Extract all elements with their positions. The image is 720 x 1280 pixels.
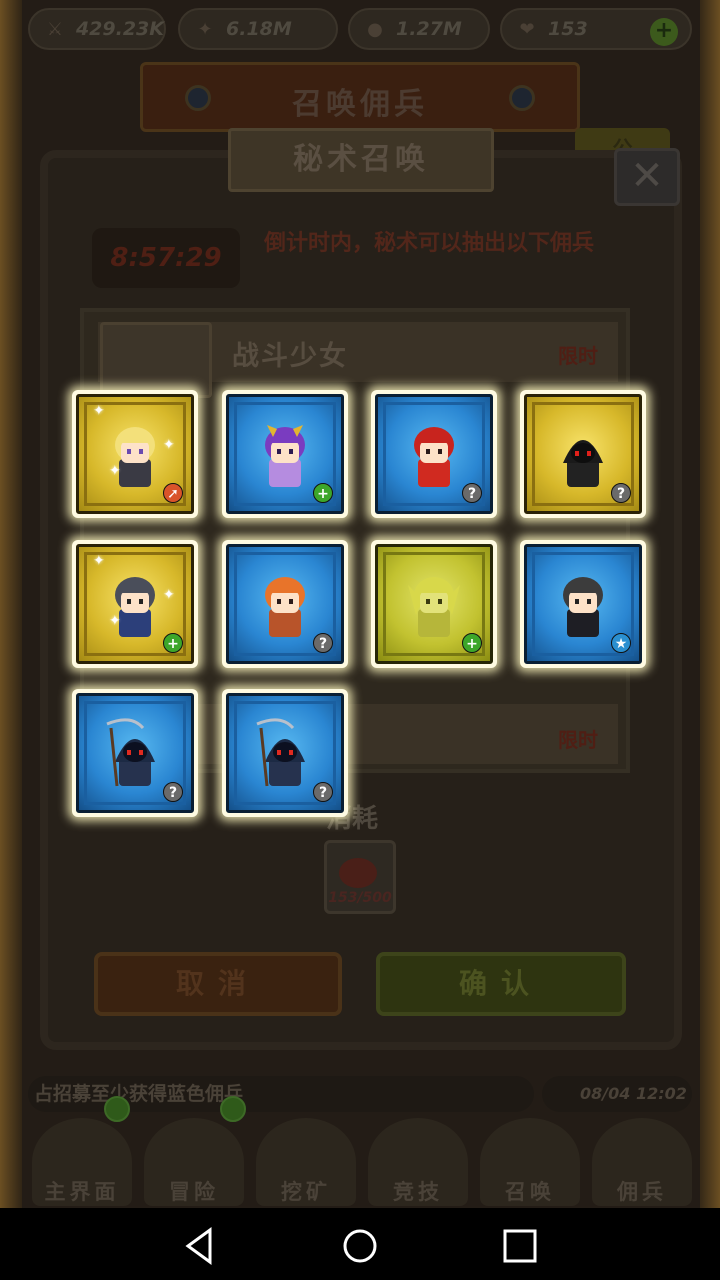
hero-card-frame: ? — [524, 394, 642, 514]
confirm-button[interactable]: 确认 — [376, 952, 626, 1016]
dialog-title: 秘术召唤 — [228, 128, 494, 192]
nav-adventure[interactable]: 冒险 — [138, 1112, 250, 1208]
nav-arena[interactable]: 竞技 — [362, 1112, 474, 1208]
exp-value: 6.18M — [226, 18, 292, 40]
close-button[interactable]: ✕ — [614, 148, 680, 206]
hero-card-frame: + — [375, 544, 493, 664]
hero-card-frame: ? — [226, 693, 344, 813]
food-value: 1.27M — [396, 18, 462, 40]
page-title: 召唤佣兵 — [292, 87, 428, 122]
hero-card[interactable]: ✦ ✦ ✦ + — [72, 540, 198, 668]
nav-label: 主界面 — [44, 1180, 120, 1204]
nav-mercenary[interactable]: 佣兵 — [586, 1112, 698, 1208]
sparkle-icon: ✦ — [109, 613, 121, 629]
sparkle-icon: ✦ — [163, 587, 175, 603]
hero-card-frame: ★ — [524, 544, 642, 664]
hero-card-frame: ? — [375, 394, 493, 514]
pool-thumbnail — [100, 322, 212, 398]
exp-icon: ✦ — [197, 18, 213, 40]
hero-card[interactable]: ? — [520, 390, 646, 518]
hero-card-frame: + — [226, 394, 344, 514]
shadow-hood-icon — [551, 415, 615, 493]
nav-label: 挖矿 — [281, 1180, 331, 1204]
hero-card[interactable]: ? — [371, 390, 497, 518]
hero-card[interactable]: + — [371, 540, 497, 668]
fire-maiden-icon — [253, 565, 317, 643]
sparkle-icon: ✦ — [163, 437, 175, 453]
meat-value: 153 — [548, 18, 588, 40]
countdown-timer: 8:57:29 — [92, 228, 240, 288]
recents-icon[interactable] — [500, 1226, 540, 1266]
meat-icon — [339, 858, 377, 888]
meat-icon: ❤ — [519, 18, 535, 40]
plus-icon: + — [163, 633, 183, 653]
arrow-icon: ➚ — [163, 483, 183, 503]
nav-label: 冒险 — [169, 1180, 219, 1204]
nav-label: 召唤 — [505, 1180, 555, 1204]
header-banner: 召唤佣兵 — [140, 62, 580, 132]
help-icon: ? — [611, 483, 631, 503]
nav-main[interactable]: 主界面 — [26, 1112, 138, 1208]
notification-dot — [104, 1096, 130, 1122]
cancel-button[interactable]: 取消 — [94, 952, 342, 1016]
bread-icon: ● — [367, 18, 383, 40]
hero-card-frame: ✦ ✦ ✦ ➚ — [76, 394, 194, 514]
hero-card[interactable]: + — [222, 390, 348, 518]
hero-card[interactable]: ? — [222, 689, 348, 817]
plus-icon: + — [462, 633, 482, 653]
nav-mining[interactable]: 挖矿 — [250, 1112, 362, 1208]
hero-card[interactable]: ? — [72, 689, 198, 817]
reaper-icon — [103, 714, 167, 792]
help-icon: ? — [313, 782, 333, 802]
blue-scarf-man-icon — [103, 565, 167, 643]
help-icon: ? — [313, 633, 333, 653]
exp-counter: ✦ 6.18M — [178, 8, 338, 50]
resource-bar: ⚔ 429.23K ✦ 6.18M ● 1.27M ❤ 153 + — [28, 8, 692, 52]
add-meat-button[interactable]: + — [650, 18, 678, 46]
server-time: 08/04 12:02 — [542, 1076, 692, 1112]
pool-name: 战斗少女 — [232, 341, 348, 372]
home-icon[interactable] — [340, 1226, 380, 1266]
sparkle-icon: ✦ — [93, 553, 105, 569]
system-nav-bar — [0, 1208, 720, 1280]
hero-card[interactable]: ✦ ✦ ✦ ➚ — [72, 390, 198, 518]
reaper-icon — [253, 714, 317, 792]
gold-value: 429.23K — [75, 18, 164, 40]
sword-icon: ⚔ — [46, 18, 64, 40]
red-hair-boy-icon — [402, 415, 466, 493]
sparkle-icon: ✦ — [93, 403, 105, 419]
hero-grid: ✦ ✦ ✦ ➚ +?? ✦ ✦ ✦ +? + ★?? — [72, 390, 648, 820]
hero-card-frame: ? — [76, 693, 194, 813]
cost-count: 153/500 — [328, 890, 392, 906]
star-icon: ★ — [611, 633, 631, 653]
sparkle-icon: ✦ — [109, 463, 121, 479]
hero-card-frame: ? — [226, 544, 344, 664]
countdown-description: 倒计时内，秘术可以抽出以下佣兵 — [264, 231, 595, 256]
back-icon[interactable] — [180, 1226, 220, 1266]
golden-dragon-icon — [402, 565, 466, 643]
nav-label: 竞技 — [393, 1180, 443, 1204]
help-icon: ? — [163, 782, 183, 802]
hero-card[interactable]: ★ — [520, 540, 646, 668]
nav-label: 佣兵 — [617, 1180, 667, 1204]
food-counter: ● 1.27M — [348, 8, 490, 50]
dark-cloak-icon — [551, 565, 615, 643]
hero-card[interactable]: ? — [222, 540, 348, 668]
purple-witch-icon — [253, 415, 317, 493]
notification-dot — [220, 1096, 246, 1122]
nav-summon[interactable]: 召唤 — [474, 1112, 586, 1208]
limited-tag: 限时 — [558, 344, 598, 368]
bottom-nav: 主界面 冒险 挖矿 竞技 召唤 佣兵 — [22, 1096, 700, 1208]
meat-counter: ❤ 153 + — [500, 8, 692, 50]
hero-card-frame: ✦ ✦ ✦ + — [76, 544, 194, 664]
gold-counter: ⚔ 429.23K — [28, 8, 166, 50]
help-icon: ? — [462, 483, 482, 503]
plus-icon: + — [313, 483, 333, 503]
blonde-girl-icon — [103, 415, 167, 493]
